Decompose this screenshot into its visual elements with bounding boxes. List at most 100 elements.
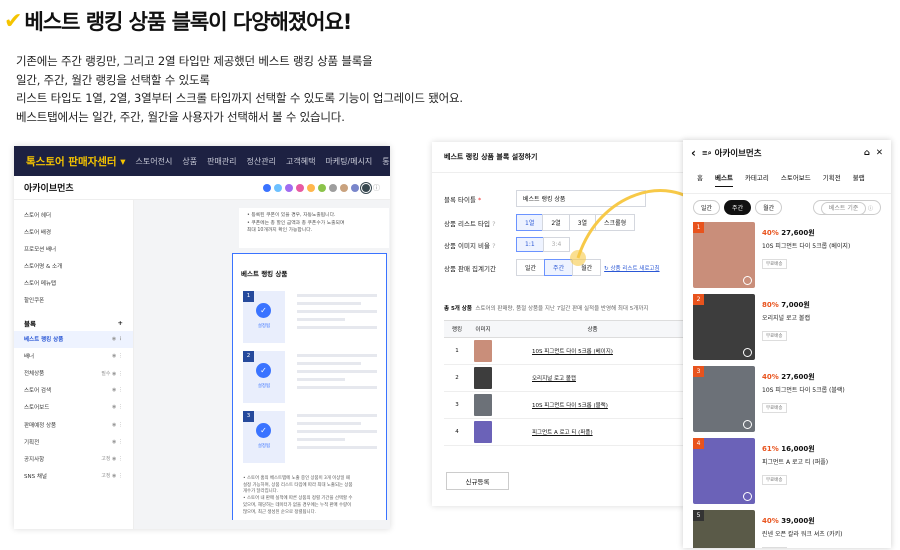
color-swatch[interactable]: [329, 183, 337, 192]
ranking-table: 랭킹 이미지 상품 1 10S 피그먼트 다이 5크롭 (베이지) 2 오리지널 로고…: [444, 320, 686, 446]
product-card[interactable]: 3 40% 27,600원 10S 피그먼트 다이 5크롭 (블랙) 무료배송: [693, 366, 885, 432]
mobile-tab[interactable]: 불랩: [853, 172, 865, 187]
admin-brand[interactable]: 톡스토어 판매자센터 ▾: [14, 154, 136, 169]
list-type-option[interactable]: 1열: [516, 214, 544, 231]
sidebar-item[interactable]: 스토어 헤더: [14, 206, 133, 223]
block-item[interactable]: SNS 채널 고정 ◉ ⋮: [14, 467, 133, 484]
mobile-tab[interactable]: 스토어보드: [781, 172, 811, 187]
shipping-tag: 무료배송: [762, 259, 787, 269]
product-image[interactable]: 1: [693, 222, 755, 288]
best-ranking-block-preview[interactable]: 베스트 랭킹 상품 1 ✓ 설정됨 2 ✓ 설정됨 3 ✓ 설정됨 • 스토어 홈의 베스트…: [232, 253, 387, 521]
color-swatches[interactable]: ⓘ: [263, 183, 380, 193]
add-icon[interactable]: +: [118, 319, 123, 327]
list-type-label: 상품 리스트 타입 ?: [444, 218, 516, 228]
product-link[interactable]: 10S 피그먼트 다이 5크롭 (베이지): [532, 349, 613, 355]
block-item[interactable]: 베스트 랭킹 상품 ◉ ⋮: [14, 330, 133, 348]
rank-badge: 1: [693, 222, 704, 233]
rank-card[interactable]: 1 ✓ 설정됨: [243, 291, 285, 343]
admin-menu-item[interactable]: 마케팅/메시지: [325, 156, 372, 167]
menu-search-icon[interactable]: ≡⌕: [702, 149, 712, 158]
product-link[interactable]: 오리지널 로고 볼캡: [532, 376, 576, 382]
color-swatch[interactable]: [351, 183, 359, 192]
mobile-tab[interactable]: 베스트: [714, 172, 733, 187]
product-info: 61% 16,000원 피그먼트 A 로고 티 (퍼플) 무료배송: [755, 438, 828, 504]
price-value: 7,000원: [781, 301, 810, 309]
heart-icon[interactable]: [743, 492, 752, 501]
mobile-tab[interactable]: 홈: [697, 172, 703, 187]
heart-icon[interactable]: [743, 348, 752, 357]
admin-topbar: 톡스토어 판매자센터 ▾ 스토어전시 상품 판매관리 정산관리 고객혜택 마케팅…: [14, 146, 390, 176]
rank-card[interactable]: 3 ✓ 설정됨: [243, 411, 285, 463]
best-standard-label[interactable]: 베스트 기준 ⓘ: [812, 200, 881, 215]
heart-icon[interactable]: [743, 276, 752, 285]
period-chip[interactable]: 일간: [693, 200, 721, 215]
block-item[interactable]: 배너 ◉ ⋮: [14, 348, 133, 365]
color-swatch[interactable]: [263, 183, 271, 192]
table-row[interactable]: 1 10S 피그먼트 다이 5크롭 (베이지): [444, 338, 686, 365]
admin-menu-item[interactable]: 고객혜택: [286, 156, 315, 167]
sidebar-item[interactable]: 프로모션 배너: [14, 240, 133, 257]
mobile-tab[interactable]: 카테고리: [745, 172, 769, 187]
note-line: 있으며, 해당하는 데이터가 없을 경우에는 누적 판매 수량이: [243, 502, 352, 508]
block-item[interactable]: 기획전 ◉ ⋮: [14, 433, 133, 450]
color-swatch[interactable]: [340, 183, 348, 192]
table-row[interactable]: 3 10S 피그먼트 다이 5크롭 (블랙): [444, 392, 686, 419]
info-icon[interactable]: ⓘ: [373, 183, 380, 193]
product-price: 40% 39,000원: [762, 516, 842, 526]
product-card[interactable]: 2 80% 7,000원 오리지널 로고 볼캡 무료배송: [693, 294, 885, 360]
block-item[interactable]: 전체상품 필수 ◉ ⋮: [14, 365, 133, 382]
home-icon[interactable]: ⌂: [864, 148, 870, 158]
ratio-option[interactable]: 1:1: [516, 237, 544, 252]
product-cell: 10S 피그먼트 다이 5크롭 (블랙): [496, 401, 686, 409]
product-image[interactable]: 2: [693, 294, 755, 360]
product-image[interactable]: 5: [693, 510, 755, 548]
color-swatch[interactable]: [318, 183, 326, 192]
period-option[interactable]: 일간: [516, 259, 546, 276]
rank-badge: 5: [693, 510, 704, 521]
block-item-label: 기획전: [24, 439, 40, 446]
product-card[interactable]: 5 40% 39,000원린넨 오픈 칼라 워크 셔츠 (카키) 무료배송: [693, 510, 885, 548]
block-item-meta: 고정 ◉ ⋮: [101, 456, 123, 463]
admin-menu-item[interactable]: 통계: [382, 156, 390, 167]
sidebar-item[interactable]: 스토어 메뉴탭: [14, 274, 133, 291]
product-card[interactable]: 4 61% 16,000원 피그먼트 A 로고 티 (퍼플) 무료배송: [693, 438, 885, 504]
block-item[interactable]: 공지사항 고정 ◉ ⋮: [14, 450, 133, 467]
product-link[interactable]: 피그먼트 A 로고 티 (퍼플): [532, 430, 593, 436]
period-chip[interactable]: 주간: [724, 200, 752, 215]
summary-count: 총 5개 상품: [444, 306, 472, 312]
block-item[interactable]: 스토어보드 ◉ ⋮: [14, 399, 133, 416]
period-chip[interactable]: 월간: [755, 200, 783, 215]
admin-menu-item[interactable]: 판매관리: [207, 156, 236, 167]
color-swatch[interactable]: [307, 183, 315, 192]
new-register-button[interactable]: 신규등록: [446, 472, 509, 490]
block-item[interactable]: 스토어 검색 ◉ ⋮: [14, 382, 133, 399]
sidebar-item[interactable]: 할인쿠폰: [14, 291, 133, 308]
sidebar-item[interactable]: 스토어 배경: [14, 223, 133, 240]
admin-menu-item[interactable]: 상품: [182, 156, 197, 167]
color-swatch[interactable]: [285, 183, 293, 192]
product-image[interactable]: 4: [693, 438, 755, 504]
help-icon[interactable]: ?: [492, 242, 495, 250]
table-row[interactable]: 4 피그먼트 A 로고 티 (퍼플): [444, 419, 686, 446]
block-item[interactable]: 판매예정 상품 ◉ ⋮: [14, 416, 133, 433]
close-icon[interactable]: ✕: [876, 148, 883, 158]
product-name: 린넨 오픈 칼라 워크 셔츠 (카키): [762, 531, 843, 538]
heart-icon[interactable]: [743, 420, 752, 429]
block-item-label: SNS 채널: [24, 473, 47, 480]
sidebar-item[interactable]: 스토어명 & 소개: [14, 257, 133, 274]
shipping-tag: 무료배송: [762, 331, 787, 341]
rank-card[interactable]: 2 ✓ 설정됨: [243, 351, 285, 403]
help-icon[interactable]: ?: [492, 220, 495, 228]
admin-menu-item[interactable]: 정산관리: [247, 156, 276, 167]
table-row[interactable]: 2 오리지널 로고 볼캡: [444, 365, 686, 392]
color-swatch[interactable]: [362, 183, 370, 192]
color-swatch[interactable]: [296, 183, 304, 192]
product-image[interactable]: 3: [693, 366, 755, 432]
mobile-tab[interactable]: 기획전: [823, 172, 841, 187]
product-link[interactable]: 10S 피그먼트 다이 5크롭 (블랙): [532, 403, 608, 409]
rank-number: 2: [243, 351, 254, 362]
back-icon[interactable]: ‹: [691, 146, 696, 160]
product-card[interactable]: 1 40% 27,600원 10S 피그먼트 다이 5크롭 (베이지) 무료배송: [693, 222, 885, 288]
admin-menu-item[interactable]: 스토어전시: [136, 156, 173, 167]
color-swatch[interactable]: [274, 183, 282, 192]
